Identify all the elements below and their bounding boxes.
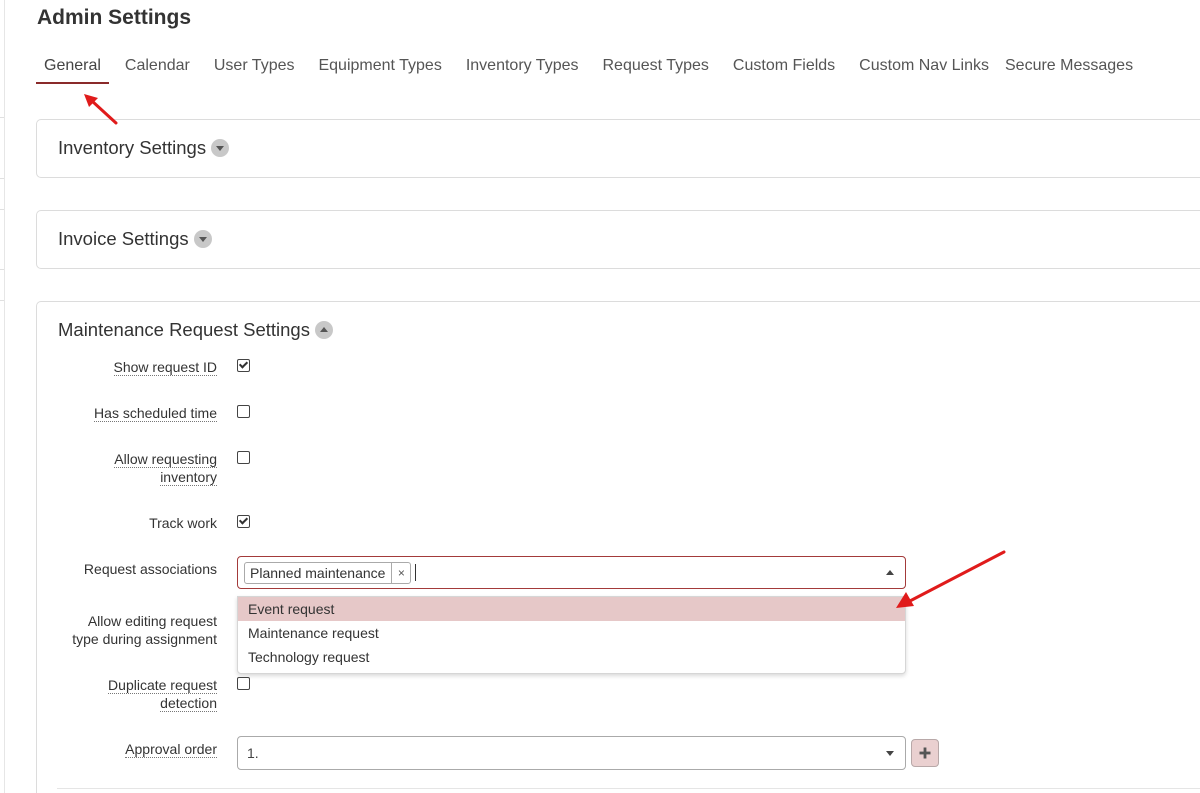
show-request-id-label-text: Show request ID <box>113 359 217 376</box>
tab-calendar[interactable]: Calendar <box>117 56 198 84</box>
section-divider <box>57 788 1200 789</box>
left-edge-tick <box>0 117 4 118</box>
close-icon[interactable]: × <box>391 563 410 583</box>
dropdown-option-maintenance-request[interactable]: Maintenance request <box>238 621 905 645</box>
tab-equipment-types[interactable]: Equipment Types <box>310 56 449 84</box>
tab-custom-nav-links[interactable]: Custom Nav Links <box>851 56 997 84</box>
duplicate-request-detection-line1: Duplicate request <box>108 677 217 694</box>
page-title: Admin Settings <box>37 6 192 29</box>
inventory-settings-title: Inventory Settings <box>58 137 207 158</box>
dropdown-option-technology-request[interactable]: Technology request <box>238 645 905 669</box>
dropdown-option-event-request[interactable]: Event request <box>238 597 905 621</box>
show-request-id-label: Show request ID <box>113 358 217 376</box>
request-associations-dropdown: Event request Maintenance request Techno… <box>237 596 906 674</box>
show-request-id-checkbox[interactable] <box>237 359 250 372</box>
has-scheduled-time-label-text: Has scheduled time <box>94 405 217 422</box>
maintenance-request-settings-toggle[interactable] <box>314 321 333 339</box>
allow-requesting-inventory-line2: inventory <box>160 469 217 486</box>
check-icon <box>238 515 249 525</box>
tab-secure-messages[interactable]: Secure Messages <box>997 56 1141 84</box>
check-icon <box>238 359 249 369</box>
maintenance-request-settings-header: Maintenance Request Settings <box>58 319 333 341</box>
inventory-settings-panel: Inventory Settings <box>36 119 1200 178</box>
left-edge-tick <box>0 209 4 210</box>
left-edge-tick <box>0 300 4 301</box>
duplicate-request-detection-checkbox[interactable] <box>237 677 250 690</box>
track-work-label: Track work <box>149 515 217 531</box>
duplicate-request-detection-line2: detection <box>160 695 217 712</box>
tab-request-types[interactable]: Request Types <box>594 56 716 84</box>
approval-order-label-text: Approval order <box>125 741 217 758</box>
add-approval-button[interactable] <box>911 739 939 767</box>
invoice-settings-header: Invoice Settings <box>58 228 212 250</box>
allow-requesting-inventory-checkbox[interactable] <box>237 451 250 464</box>
allow-editing-request-type-line1: Allow editing request <box>87 613 217 629</box>
invoice-settings-toggle[interactable] <box>193 230 212 248</box>
allow-requesting-inventory-label: Allow requesting inventory <box>114 450 217 486</box>
caret-down-icon <box>886 751 894 756</box>
has-scheduled-time-checkbox[interactable] <box>237 405 250 418</box>
caret-up-icon[interactable] <box>886 570 894 575</box>
tab-user-types[interactable]: User Types <box>206 56 303 84</box>
allow-requesting-inventory-line1: Allow requesting <box>114 451 217 468</box>
invoice-settings-title: Invoice Settings <box>58 228 189 249</box>
text-cursor <box>415 564 416 581</box>
allow-editing-request-type-label: Allow editing request type during assign… <box>72 612 217 648</box>
approval-order-label: Approval order <box>125 740 217 758</box>
allow-editing-request-type-line2: type during assignment <box>72 631 217 647</box>
tab-custom-fields[interactable]: Custom Fields <box>725 56 843 84</box>
track-work-checkbox[interactable] <box>237 515 250 528</box>
approval-order-value: 1. <box>247 745 259 761</box>
request-associations-multiselect[interactable]: Planned maintenance × <box>237 556 906 589</box>
has-scheduled-time-label: Has scheduled time <box>94 404 217 422</box>
tab-inventory-types[interactable]: Inventory Types <box>458 56 587 84</box>
invoice-settings-panel: Invoice Settings <box>36 210 1200 269</box>
left-edge-tick <box>0 178 4 179</box>
caret-up-icon <box>319 327 328 332</box>
approval-order-select[interactable]: 1. <box>237 736 906 770</box>
maintenance-request-settings-title: Maintenance Request Settings <box>58 319 310 340</box>
settings-tabs: General Calendar User Types Equipment Ty… <box>36 56 1149 84</box>
left-edge-tick <box>0 269 4 270</box>
tab-general[interactable]: General <box>36 56 109 84</box>
caret-down-icon <box>216 146 225 151</box>
duplicate-request-detection-label: Duplicate request detection <box>108 676 217 712</box>
left-edge-rule <box>4 0 5 793</box>
inventory-settings-header: Inventory Settings <box>58 137 230 159</box>
plus-icon <box>919 747 931 759</box>
selected-chip: Planned maintenance × <box>244 562 412 584</box>
request-associations-label: Request associations <box>83 561 217 577</box>
caret-down-icon <box>198 237 207 242</box>
inventory-settings-toggle[interactable] <box>211 139 230 157</box>
selected-chip-label: Planned maintenance <box>250 565 386 581</box>
